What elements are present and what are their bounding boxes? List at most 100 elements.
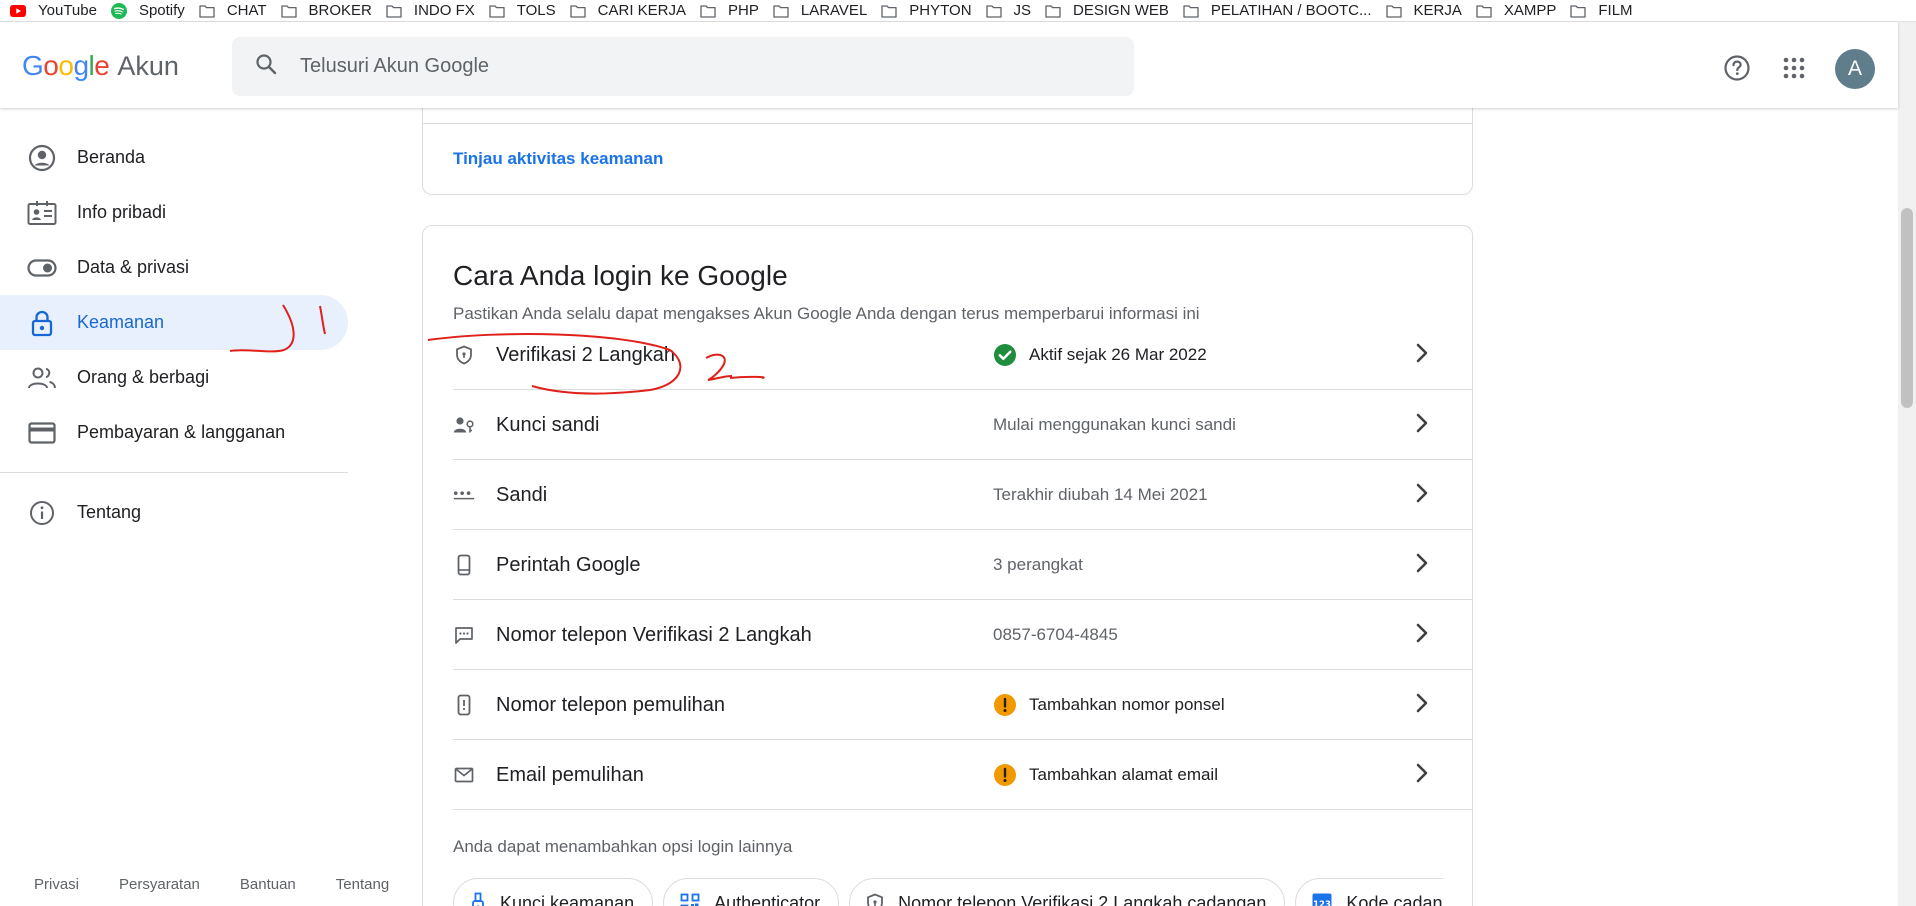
app-header: Google Akun A	[0, 22, 1898, 108]
sidebar-nav: Beranda Info pribadi Data & privasi Keamana…	[0, 108, 348, 540]
signin-row-label: Kunci sandi	[496, 413, 600, 436]
chevron-right-icon[interactable]	[1415, 552, 1429, 579]
bookmark-label: CARI KERJA	[597, 2, 687, 19]
bookmark-label: KERJA	[1413, 2, 1462, 19]
bookmark-php[interactable]: PHP	[700, 0, 759, 21]
signin-row-value-text: 3 perangkat	[993, 555, 1083, 574]
id-card-icon	[27, 198, 57, 228]
sidebar-item-label: Data & privasi	[77, 257, 190, 277]
bookmark-youtube[interactable]: YouTube	[10, 0, 97, 21]
page-scrollbar[interactable]	[1898, 22, 1916, 906]
bookmarks-bar: YouTube Spotify CHAT BROKER INDO FX TOLS CARI …	[0, 0, 1916, 22]
bookmark-design-web[interactable]: DESIGN WEB	[1045, 0, 1169, 21]
youtube-icon	[10, 4, 32, 17]
signin-row-label: Nomor telepon pemulihan	[496, 693, 726, 716]
bookmark-kerja[interactable]: KERJA	[1385, 0, 1462, 21]
signin-row-label: Perintah Google	[496, 553, 641, 576]
help-icon[interactable]	[1723, 54, 1751, 87]
signin-row-value: Tambahkan nomor ponsel	[993, 693, 1225, 717]
signin-row-nomor-telepon-pemulihan[interactable]: Nomor telepon pemulihan Tambahkan nomor p…	[453, 670, 1473, 740]
bookmark-film[interactable]: FILM	[1570, 0, 1633, 21]
signin-row-value-text: Aktif sejak 26 Mar 2022	[1029, 345, 1207, 364]
signin-row-value: Mulai menggunakan kunci sandi	[993, 415, 1236, 435]
footer-link-persyaratan[interactable]: Persyaratan	[119, 876, 200, 893]
sidebar-item-tentang[interactable]: Tentang	[0, 485, 348, 540]
bookmark-xampp[interactable]: XAMPP	[1476, 0, 1556, 21]
search-box[interactable]	[232, 37, 1134, 96]
folder-icon	[881, 4, 903, 18]
signin-row-nomor-telepon-verifikasi-2-langkah[interactable]: Nomor telepon Verifikasi 2 Langkah 0857-6…	[453, 600, 1473, 670]
bookmark-label: PELATIHAN / BOOTC...	[1210, 2, 1372, 19]
bookmark-pelatihan-bootc[interactable]: PELATIHAN / BOOTC...	[1183, 0, 1372, 21]
signin-row-perintah-google[interactable]: Perintah Google 3 perangkat	[453, 530, 1473, 600]
warning-circle-icon	[993, 693, 1017, 717]
signin-row-value: Terakhir diubah 14 Mei 2021	[993, 485, 1208, 505]
bookmark-tols[interactable]: TOLS	[489, 0, 556, 21]
password-dots-icon	[453, 490, 475, 500]
bookmark-label: JS	[1013, 2, 1032, 19]
chevron-right-icon[interactable]	[1415, 622, 1429, 649]
signin-row-value-text: Mulai menggunakan kunci sandi	[993, 415, 1236, 434]
google-account-logo[interactable]: Google Akun	[22, 50, 179, 82]
bookmark-phyton[interactable]: PHYTON	[881, 0, 972, 21]
chevron-right-icon[interactable]	[1415, 762, 1429, 789]
shield-icon	[866, 893, 884, 906]
bookmark-chat[interactable]: CHAT	[199, 0, 267, 21]
bookmark-laravel[interactable]: LARAVEL	[773, 0, 868, 21]
avatar[interactable]: A	[1835, 49, 1875, 89]
review-security-activity-link[interactable]: Tinjau aktivitas keamanan	[453, 149, 663, 169]
sidebar-item-label: Info pribadi	[77, 202, 167, 222]
person-key-icon	[453, 416, 475, 434]
sidebar-item-info-pribadi[interactable]: Info pribadi	[0, 185, 348, 240]
signin-row-value: Aktif sejak 26 Mar 2022	[993, 343, 1207, 367]
security-key-icon	[470, 892, 486, 906]
folder-icon	[985, 4, 1008, 18]
bookmark-label: LARAVEL	[800, 2, 868, 19]
logo-akun-text: Akun	[117, 51, 179, 81]
svg-text:123: 123	[1314, 900, 1332, 906]
signin-row-value: 3 perangkat	[993, 555, 1083, 575]
sidebar-item-orang-berbagi[interactable]: Orang & berbagi	[0, 350, 348, 405]
scrollbar-thumb[interactable]	[1901, 208, 1913, 408]
sidebar-item-beranda[interactable]: Beranda	[0, 130, 348, 185]
bookmark-cari-kerja[interactable]: CARI KERJA	[570, 0, 687, 21]
bookmark-spotify[interactable]: Spotify	[110, 0, 185, 21]
phone-recovery-icon	[453, 694, 475, 716]
chip-nomor-telepon-verifikasi-2-langkah-cadangan[interactable]: Nomor telepon Verifikasi 2 Langkah cadan…	[849, 878, 1286, 906]
search-icon[interactable]	[254, 52, 278, 81]
signin-row-label: Verifikasi 2 Langkah	[496, 343, 676, 366]
bookmark-label: TOLS	[516, 2, 556, 19]
chevron-right-icon[interactable]	[1415, 412, 1429, 439]
sidebar-item-label: Tentang	[77, 502, 142, 522]
qr-code-icon	[680, 893, 700, 906]
sidebar-item-pembayaran-langganan[interactable]: Pembayaran & langganan	[0, 405, 348, 460]
folder-icon	[773, 4, 795, 18]
apps-grid-icon[interactable]	[1782, 56, 1806, 85]
sidebar-item-data-privasi[interactable]: Data & privasi	[0, 240, 348, 295]
footer-link-bantuan[interactable]: Bantuan	[240, 876, 296, 893]
sidebar-item-keamanan[interactable]: Keamanan	[0, 295, 348, 350]
footer-link-tentang[interactable]: Tentang	[336, 876, 389, 893]
chevron-right-icon[interactable]	[1415, 482, 1429, 509]
spotify-icon	[110, 2, 133, 19]
chip-kode-cadangan[interactable]: 123 Kode cadangan	[1295, 878, 1443, 906]
chip-authenticator[interactable]: Authenticator	[663, 878, 840, 906]
bookmark-indo-fx[interactable]: INDO FX	[386, 0, 475, 21]
signin-row-kunci-sandi[interactable]: Kunci sandi Mulai menggunakan kunci sandi	[453, 390, 1473, 460]
bookmark-label: FILM	[1598, 2, 1633, 19]
search-input[interactable]	[300, 55, 1100, 78]
signin-row-verifikasi-2-langkah[interactable]: Verifikasi 2 Langkah Aktif sejak 26 Mar 2…	[453, 320, 1473, 390]
footer-link-privasi[interactable]: Privasi	[34, 876, 79, 893]
bookmark-js[interactable]: JS	[985, 0, 1032, 21]
bookmark-label: PHP	[728, 2, 759, 19]
logo-letter: o	[58, 50, 74, 81]
bookmark-broker[interactable]: BROKER	[280, 0, 372, 21]
signin-row-sandi[interactable]: Sandi Terakhir diubah 14 Mei 2021	[453, 460, 1473, 530]
signin-row-label: Email pemulihan	[496, 763, 644, 786]
logo-letter: G	[22, 50, 44, 81]
chevron-right-icon[interactable]	[1415, 342, 1429, 369]
chip-kunci-keamanan[interactable]: Kunci keamanan	[453, 878, 654, 906]
bookmark-label: YouTube	[38, 2, 97, 19]
chevron-right-icon[interactable]	[1415, 692, 1429, 719]
signin-row-email-pemulihan[interactable]: Email pemulihan Tambahkan alamat email	[453, 740, 1473, 810]
